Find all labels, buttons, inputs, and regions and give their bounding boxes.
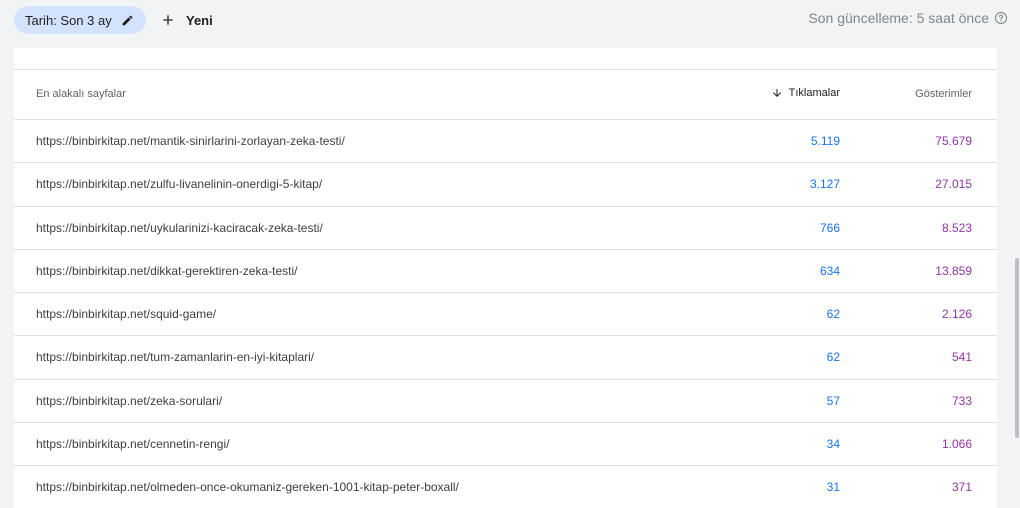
row-url[interactable]: https://binbirkitap.net/zeka-sorulari/ [36,394,222,408]
row-clicks: 57 [826,393,840,408]
help-icon[interactable] [994,11,1008,25]
table-row[interactable]: https://binbirkitap.net/mantik-sinirlari… [14,120,997,164]
row-impressions: 8.523 [941,220,972,235]
row-clicks: 634 [819,263,840,278]
row-impressions: 27.015 [935,177,972,192]
scrollbar-thumb[interactable] [1015,258,1019,438]
column-header-clicks[interactable]: Tıklamalar [771,87,840,99]
table-row[interactable]: https://binbirkitap.net/olmeden-once-oku… [14,466,997,508]
add-filter-label: Yeni [186,12,213,28]
row-url[interactable]: https://binbirkitap.net/zulfu-livanelini… [36,177,322,191]
column-header-clicks-label: Tıklamalar [788,87,840,99]
table-row[interactable]: https://binbirkitap.net/uykularinizi-kac… [14,207,997,250]
row-impressions: 75.679 [935,134,972,148]
date-filter-label: Tarih: Son 3 ay [25,12,112,28]
row-impressions: 13.859 [935,263,972,278]
row-url[interactable]: https://binbirkitap.net/squid-game/ [36,307,216,321]
table-row[interactable]: https://binbirkitap.net/cennetin-rengi/3… [14,423,997,467]
row-clicks: 766 [819,220,840,235]
table-row[interactable]: https://binbirkitap.net/zeka-sorulari/57… [14,380,997,424]
row-impressions: 2.126 [941,307,972,322]
add-filter-button[interactable]: Yeni [160,6,213,34]
table-row[interactable]: https://binbirkitap.net/dikkat-gerektire… [14,250,997,294]
filter-bar: Tarih: Son 3 ay Yeni Son güncelleme: 5 s… [0,0,1020,48]
row-clicks: 3.127 [809,177,840,192]
table-header: En alakalı sayfalar Tıklamalar Gösteriml… [14,70,997,120]
row-impressions: 1.066 [941,437,972,452]
row-url[interactable]: https://binbirkitap.net/mantik-sinirlari… [36,134,345,148]
row-clicks: 31 [826,480,840,495]
row-clicks: 62 [826,307,840,322]
arrow-down-icon [771,87,783,99]
last-update-text: Son güncelleme: 5 saat önce [808,10,989,26]
row-url[interactable]: https://binbirkitap.net/cennetin-rengi/ [36,437,229,451]
table-body: https://binbirkitap.net/mantik-sinirlari… [14,120,997,508]
pages-table-card: En alakalı sayfalar Tıklamalar Gösteriml… [14,48,997,508]
last-update-status: Son güncelleme: 5 saat önce [808,10,1008,26]
column-header-pages: En alakalı sayfalar [36,88,126,100]
row-impressions: 733 [951,393,972,408]
table-row[interactable]: https://binbirkitap.net/tum-zamanlarin-e… [14,336,997,380]
row-url[interactable]: https://binbirkitap.net/olmeden-once-oku… [36,480,459,494]
row-url[interactable]: https://binbirkitap.net/uykularinizi-kac… [36,221,323,235]
scrollbar[interactable] [1013,48,1020,503]
row-clicks: 34 [826,437,840,452]
date-filter-chip[interactable]: Tarih: Son 3 ay [14,6,146,34]
row-impressions: 371 [951,480,972,495]
plus-icon [160,12,176,28]
table-row[interactable]: https://binbirkitap.net/zulfu-livanelini… [14,163,997,207]
pencil-icon [121,14,134,27]
row-url[interactable]: https://binbirkitap.net/tum-zamanlarin-e… [36,350,314,364]
row-clicks: 62 [826,350,840,365]
row-impressions: 541 [951,350,972,365]
column-header-impressions[interactable]: Gösterimler [915,88,972,100]
row-clicks: 5.119 [810,134,840,148]
row-url[interactable]: https://binbirkitap.net/dikkat-gerektire… [36,264,297,278]
table-row[interactable]: https://binbirkitap.net/squid-game/62 2.1… [14,293,997,337]
